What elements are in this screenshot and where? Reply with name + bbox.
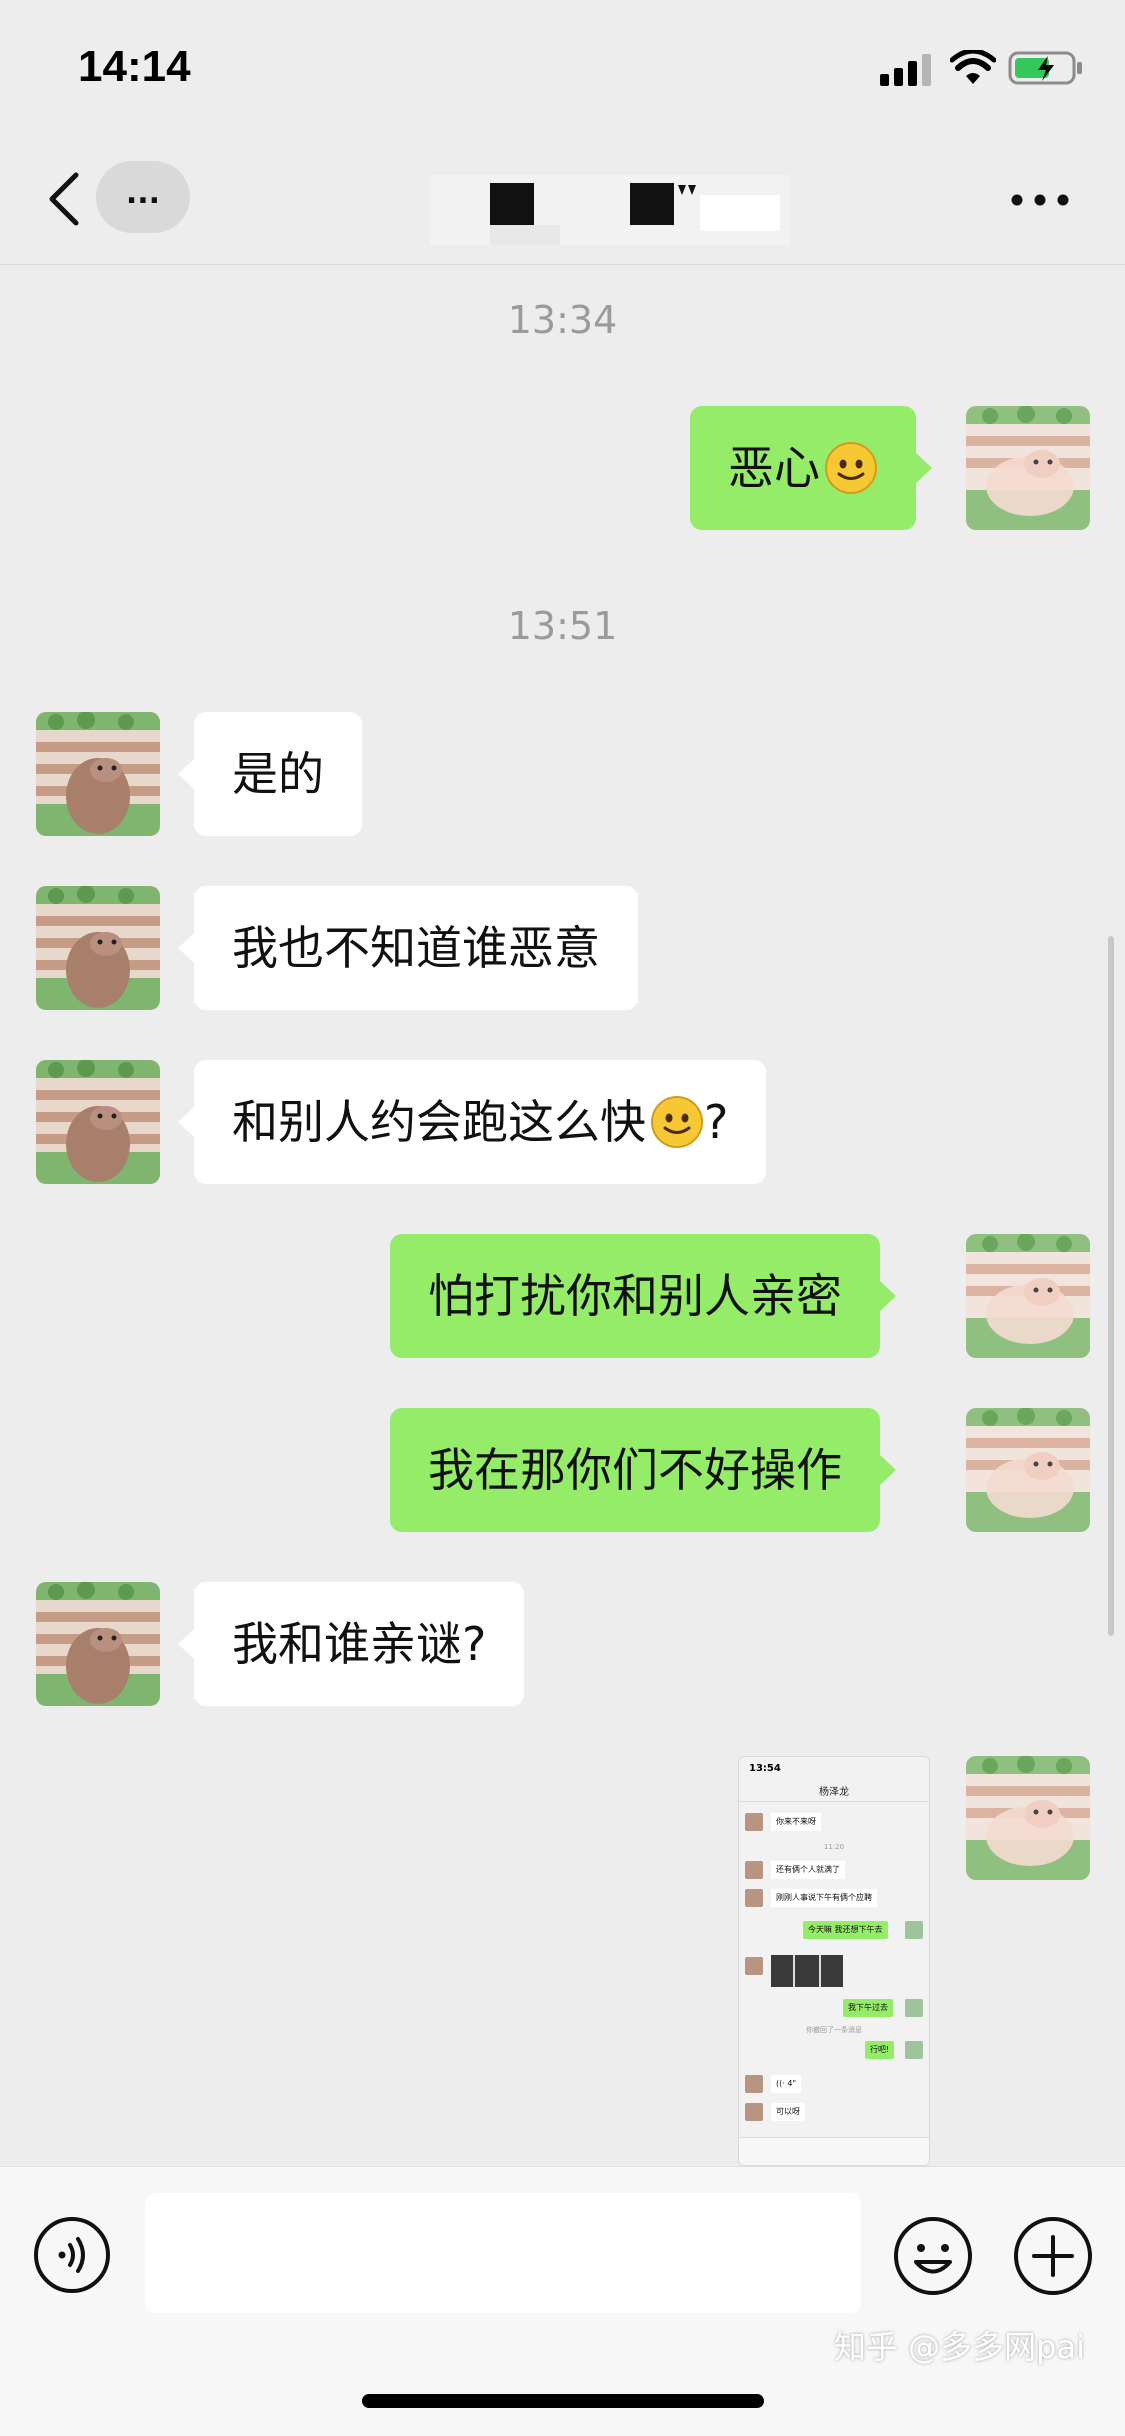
signal-icon <box>880 54 931 86</box>
contact-avatar[interactable] <box>36 712 160 836</box>
image-message-thumbnail[interactable]: 13:54 杨泽龙 你来不来呀 11:20 还有俩个人就满了 刚刚人事说下午有俩… <box>738 1756 930 2166</box>
contact-avatar[interactable] <box>36 1582 160 1706</box>
thumb-bubble: 今天嘛 我还想下午去 <box>803 1921 888 1939</box>
status-bar: 14:14 <box>0 0 1125 135</box>
plus-circle-icon[interactable] <box>1012 2215 1094 2297</box>
thumb-bubble: 行吧! <box>865 2041 895 2059</box>
redacted-contact-name <box>430 175 790 245</box>
contact-avatar[interactable] <box>36 886 160 1010</box>
message-bubble-incoming[interactable]: 我也不知道谁恶意 <box>178 886 638 1010</box>
chat-area[interactable]: 13:34 恶心 13:51 是的 我也不知道谁恶意 和别人约会跑这么快? 怕打… <box>0 266 1125 2166</box>
message-text: 和别人约会跑这么快 <box>232 1095 646 1149</box>
my-avatar[interactable] <box>966 1756 1090 1880</box>
message-bubble-incoming[interactable]: 我和谁亲谜? <box>177 1582 525 1706</box>
thumb-photo <box>771 1955 843 1987</box>
smiley-emoji-icon <box>824 441 878 494</box>
ellipsis-icon[interactable] <box>1010 193 1070 207</box>
thumb-bubble: 可以呀 <box>771 2103 805 2121</box>
smiley-emoji-icon <box>650 1095 704 1148</box>
thumb-timestamp: 你撤回了一条消息 <box>806 2026 862 2034</box>
my-avatar[interactable] <box>966 1408 1090 1532</box>
thumb-bubble: 你来不来呀 <box>771 1813 821 1831</box>
timestamp: 13:51 <box>507 604 618 648</box>
thumb-title: 杨泽龙 <box>819 1787 849 1798</box>
message-bubble-incoming[interactable]: 和别人约会跑这么快? <box>177 1060 767 1184</box>
message-bubble-outgoing[interactable]: 恶心 <box>690 406 932 530</box>
scroll-indicator[interactable] <box>1108 936 1114 1636</box>
smiley-icon[interactable] <box>892 2215 974 2297</box>
thumb-avatar <box>745 1813 763 1831</box>
thumb-input-bar <box>739 2137 929 2165</box>
thumb-bubble: 还有俩个人就满了 <box>771 1861 845 1879</box>
status-time: 14:14 <box>78 42 191 91</box>
chevron-left-icon[interactable] <box>44 169 84 229</box>
message-text: 我也不知道谁恶意 <box>232 921 600 975</box>
message-input[interactable] <box>145 2193 861 2313</box>
thumb-bubble: 我下午过去 <box>843 1999 893 2017</box>
message-bubble-outgoing[interactable]: 怕打扰你和别人亲密 <box>390 1234 896 1358</box>
my-avatar[interactable] <box>966 1234 1090 1358</box>
watermark: 知乎 @多多网pai <box>834 2328 1085 2366</box>
unread-badge[interactable]: ... <box>96 161 190 233</box>
nav-bar: ... <box>0 135 1125 265</box>
message-text: 我在那你们不好操作 <box>428 1443 842 1497</box>
home-indicator[interactable] <box>362 2394 764 2408</box>
thumb-bubble: ((· 4" <box>771 2075 802 2093</box>
message-bubble-outgoing[interactable]: 我在那你们不好操作 <box>390 1408 896 1532</box>
wifi-icon <box>950 50 996 84</box>
my-avatar[interactable] <box>966 406 1090 530</box>
message-suffix: ? <box>704 1095 729 1149</box>
message-bubble-incoming[interactable]: 是的 <box>178 712 362 836</box>
battery-charging-icon <box>1008 51 1082 85</box>
message-text: 是的 <box>232 747 324 801</box>
voice-icon[interactable] <box>32 2215 112 2295</box>
contact-avatar[interactable] <box>36 1060 160 1184</box>
message-text: 怕打扰你和别人亲密 <box>428 1269 842 1323</box>
timestamp: 13:34 <box>507 298 618 342</box>
message-text: 我和谁亲谜? <box>232 1617 487 1671</box>
thumb-timestamp: 11:20 <box>823 1843 845 1851</box>
message-text: 恶心 <box>728 441 820 495</box>
thumb-status-time: 13:54 <box>749 1763 781 1774</box>
thumb-bubble: 刚刚人事说下午有俩个应聘 <box>771 1889 877 1907</box>
